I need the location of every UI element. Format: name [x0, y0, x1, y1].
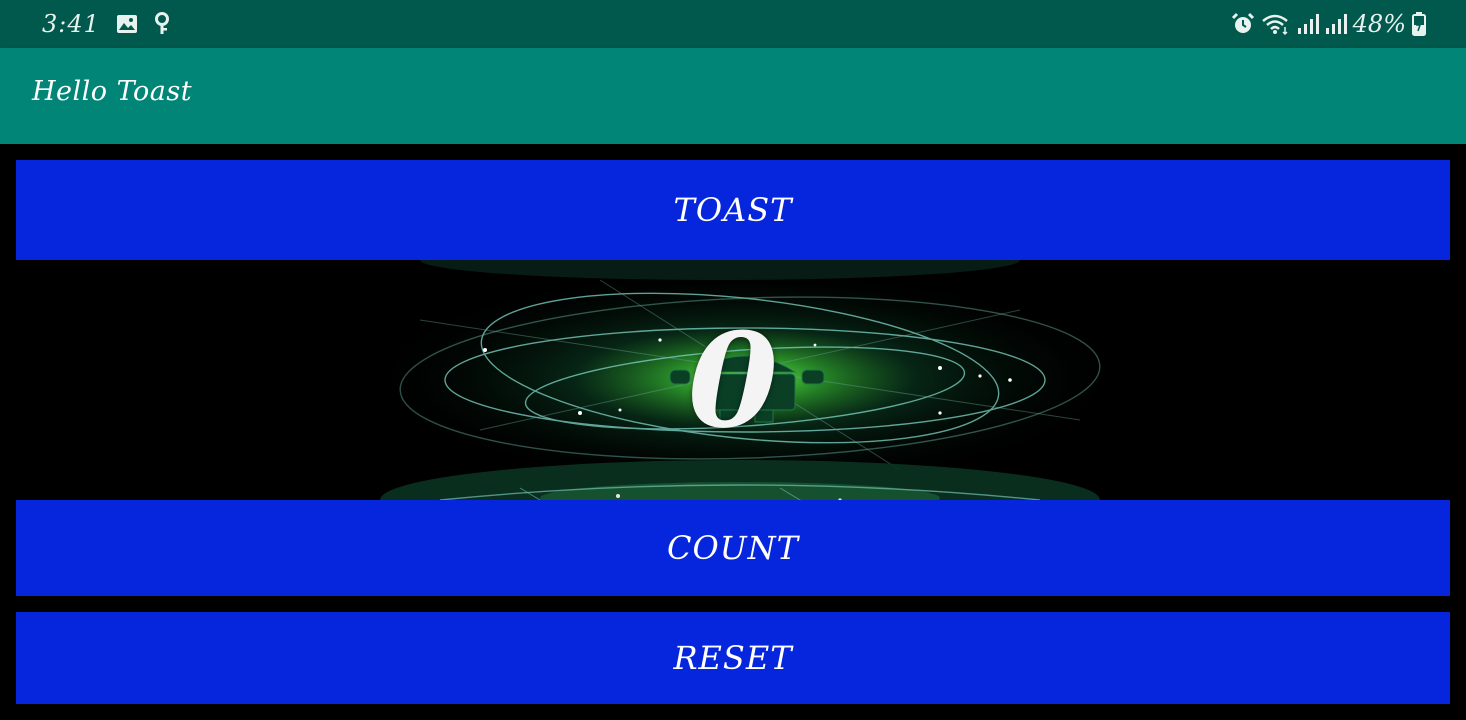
app-screen: 3:41 48% Hello Toast TOAST 0 COUNT RESET: [0, 0, 1466, 720]
status-right-group: 48%: [1231, 8, 1426, 40]
alarm-icon: [1231, 12, 1255, 36]
count-button[interactable]: COUNT: [16, 500, 1450, 596]
wifi-icon: [1261, 12, 1291, 36]
toast-button[interactable]: TOAST: [16, 160, 1450, 260]
battery-icon: [1412, 12, 1426, 36]
app-bar: Hello Toast: [0, 48, 1466, 144]
reset-button[interactable]: RESET: [16, 612, 1450, 704]
status-left-group: 3:41: [42, 8, 170, 40]
app-title: Hello Toast: [32, 76, 193, 107]
count-display: 0: [687, 303, 779, 457]
status-bar: 3:41 48%: [0, 0, 1466, 48]
signal-icon: [1325, 13, 1347, 35]
status-time: 3:41: [42, 10, 100, 38]
battery-percent: 48%: [1352, 10, 1406, 38]
signal-icon: [1297, 13, 1319, 35]
location-icon: [154, 12, 170, 36]
image-icon: [116, 14, 138, 34]
